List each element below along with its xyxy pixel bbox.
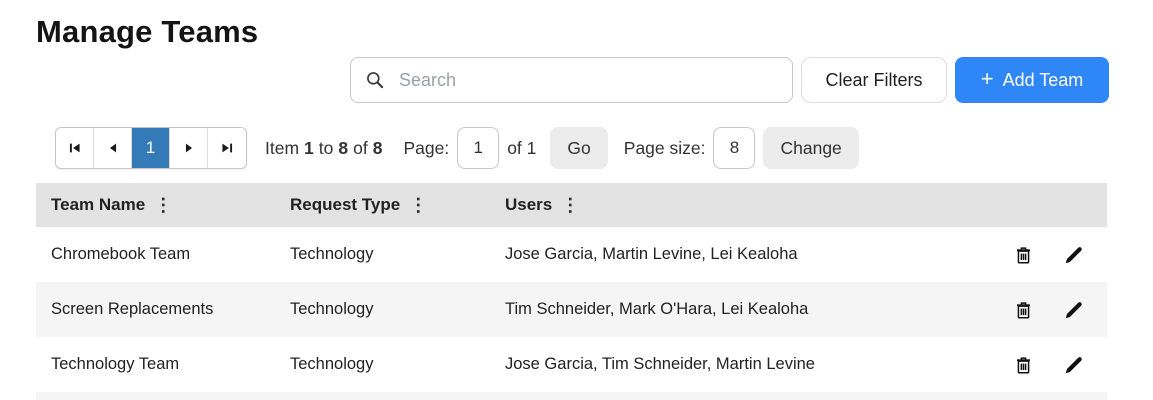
edit-icon[interactable] (1063, 354, 1085, 376)
to-word: to (318, 137, 334, 158)
clear-filters-button[interactable]: Clear Filters (801, 57, 947, 103)
plus-icon: + (980, 66, 994, 91)
column-header-users: Users ⋮ (505, 195, 982, 216)
page-title: Manage Teams (36, 14, 259, 49)
page-label: Page: (403, 137, 450, 158)
search-icon (367, 72, 384, 89)
team-name-cell: Chromebook Team (51, 245, 191, 263)
page-jump: Page: of 1 Go (403, 127, 608, 169)
team-name-cell: Screen Replacements (51, 300, 214, 318)
team-name-cell: Technology Team (51, 355, 180, 373)
first-page-icon (69, 143, 80, 153)
pagination-bar: 1 Item 1 to 8 of 8 Page: of 1 Go Page si… (55, 127, 859, 169)
table-row: Screen Replacements Technology Tim Schne… (36, 282, 1107, 337)
edit-icon[interactable] (1063, 244, 1085, 266)
add-team-label: Add Team (1002, 69, 1084, 90)
edit-icon[interactable] (1063, 299, 1085, 321)
page-number-button[interactable]: 1 (132, 128, 170, 168)
table-row-partial (36, 392, 1107, 400)
of-word: of (353, 137, 368, 158)
pager-buttons: 1 (55, 127, 247, 169)
request-type-cell: Technology (290, 300, 374, 318)
delete-icon[interactable] (1013, 299, 1034, 321)
row-actions (982, 299, 1107, 321)
users-cell: Tim Schneider, Mark O'Hara, Lei Kealoha (505, 300, 809, 318)
item-from: 1 (304, 137, 314, 158)
add-team-button[interactable]: + Add Team (955, 57, 1109, 103)
next-page-button[interactable] (170, 128, 208, 168)
row-actions (982, 354, 1107, 376)
column-menu-icon[interactable]: ⋮ (154, 195, 172, 216)
column-header-team-name: Team Name ⋮ (36, 195, 290, 216)
change-button[interactable]: Change (763, 127, 859, 169)
request-type-cell: Technology (290, 245, 374, 263)
prev-page-button[interactable] (94, 128, 132, 168)
table-row: Technology Team Technology Jose Garcia, … (36, 337, 1107, 392)
delete-icon[interactable] (1013, 354, 1034, 376)
pagination-summary: Item 1 to 8 of 8 (265, 138, 387, 159)
teams-table: Team Name ⋮ Request Type ⋮ Users ⋮ Chrom… (36, 183, 1107, 392)
prev-page-icon (109, 143, 116, 153)
delete-icon[interactable] (1013, 244, 1034, 266)
last-page-button[interactable] (208, 128, 246, 168)
first-page-button[interactable] (56, 128, 94, 168)
users-cell: Jose Garcia, Martin Levine, Lei Kealoha (505, 245, 798, 263)
toolbar: Clear Filters + Add Team (350, 57, 1109, 103)
column-menu-icon[interactable]: ⋮ (561, 195, 579, 216)
search-box[interactable] (350, 57, 793, 103)
table-header-row: Team Name ⋮ Request Type ⋮ Users ⋮ (36, 183, 1107, 227)
column-menu-icon[interactable]: ⋮ (409, 195, 427, 216)
go-button[interactable]: Go (550, 127, 608, 169)
item-to: 8 (338, 137, 349, 158)
request-type-cell: Technology (290, 355, 374, 373)
page-number-input[interactable] (457, 127, 500, 169)
last-page-icon (222, 143, 233, 153)
item-total: 8 (372, 137, 383, 158)
column-label: Team Name (51, 195, 146, 214)
page-size-input[interactable] (713, 127, 756, 169)
row-actions (982, 244, 1107, 266)
page-size-label: Page size: (623, 137, 706, 158)
search-input[interactable] (399, 69, 778, 91)
column-label: Request Type (290, 195, 401, 214)
column-label: Users (505, 195, 553, 214)
page-of-text: of 1 (507, 137, 537, 158)
next-page-icon (185, 143, 192, 153)
item-word: Item (265, 137, 300, 158)
column-header-request-type: Request Type ⋮ (290, 195, 505, 216)
page-size-control: Page size: Change (624, 127, 859, 169)
table-row: Chromebook Team Technology Jose Garcia, … (36, 227, 1107, 282)
users-cell: Jose Garcia, Tim Schneider, Martin Levin… (505, 355, 815, 373)
